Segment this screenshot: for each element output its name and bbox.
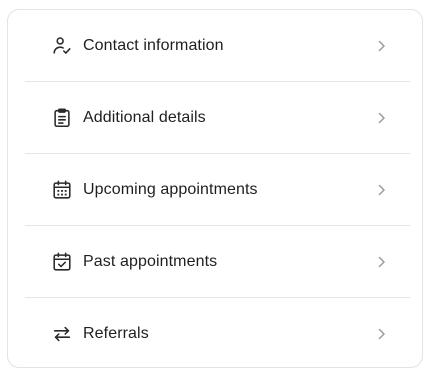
chevron-right-icon	[377, 255, 387, 269]
details-menu-card: Contact information Additional details U…	[7, 9, 423, 368]
clipboard-list-icon	[51, 107, 73, 129]
user-check-icon	[51, 35, 73, 57]
calendar-grid-icon	[51, 179, 73, 201]
menu-item-contact-information[interactable]: Contact information	[25, 10, 410, 82]
details-menu-list: Contact information Additional details U…	[8, 10, 422, 370]
menu-item-additional-details[interactable]: Additional details	[25, 82, 410, 154]
menu-item-upcoming-appointments[interactable]: Upcoming appointments	[25, 154, 410, 226]
menu-item-label: Contact information	[83, 37, 224, 54]
menu-item-label: Past appointments	[83, 253, 218, 270]
chevron-right-icon	[377, 327, 387, 341]
menu-item-referrals[interactable]: Referrals	[25, 298, 410, 370]
chevron-right-icon	[377, 111, 387, 125]
calendar-check-icon	[51, 251, 73, 273]
menu-item-label: Additional details	[83, 109, 206, 126]
menu-item-past-appointments[interactable]: Past appointments	[25, 226, 410, 298]
menu-item-label: Upcoming appointments	[83, 181, 258, 198]
chevron-right-icon	[377, 183, 387, 197]
menu-item-label: Referrals	[83, 325, 149, 342]
arrows-left-right-icon	[51, 323, 73, 345]
chevron-right-icon	[377, 39, 387, 53]
